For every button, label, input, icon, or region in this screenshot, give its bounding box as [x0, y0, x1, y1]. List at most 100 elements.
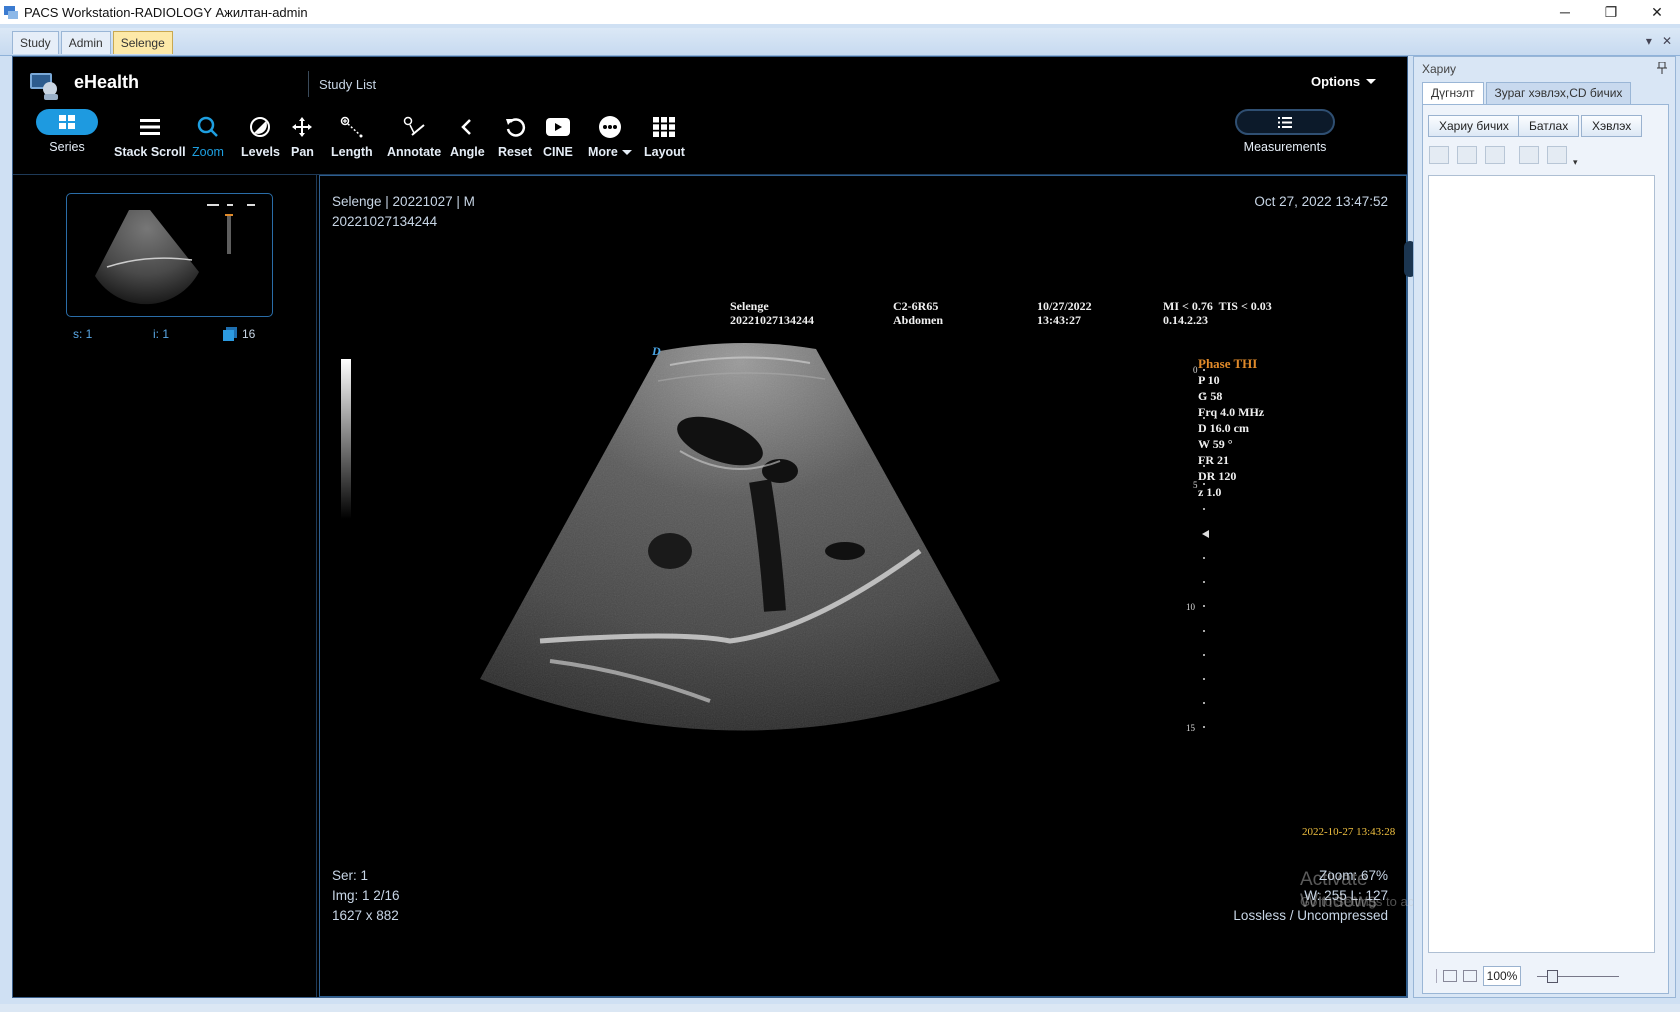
contrast-icon — [249, 113, 271, 141]
us-version: 0.14.2.23 — [1163, 313, 1208, 327]
dicom-viewer: eHealth Study List Options Series Stack … — [12, 56, 1505, 998]
move-arrows-icon — [291, 113, 313, 141]
report-editor[interactable] — [1428, 175, 1655, 953]
restore-button[interactable]: ❐ — [1588, 0, 1634, 24]
tool-label: Stack Scroll — [114, 145, 186, 159]
stack-icon — [223, 327, 237, 341]
tool-layout[interactable]: Layout — [644, 113, 685, 159]
fit-page-icon[interactable] — [1463, 970, 1477, 982]
ruler-icon — [340, 113, 364, 141]
list-icon — [1235, 109, 1335, 135]
overlay-image-info: Ser: 1 Img: 1 2/16 1627 x 882 — [332, 866, 400, 926]
menu-lines-icon — [139, 113, 160, 141]
tool-annotate[interactable]: Annotate — [387, 113, 441, 159]
series-thumbnail-panel: s: 1 i: 1 16 — [13, 175, 317, 997]
save-icon[interactable] — [1485, 146, 1505, 164]
overlay-dimensions: 1627 x 882 — [332, 908, 399, 923]
fit-width-icon[interactable] — [1443, 970, 1457, 982]
annotate-icon — [402, 113, 426, 141]
search-icon — [197, 113, 219, 141]
tool-label: Layout — [644, 145, 685, 159]
refresh-icon[interactable] — [1457, 146, 1477, 164]
us-probe-block: C2-6R65 Abdomen — [893, 299, 943, 327]
tool-label: Reset — [498, 145, 533, 159]
pin-icon[interactable] — [1657, 61, 1667, 77]
tool-length[interactable]: Length — [331, 113, 373, 159]
tab-study[interactable]: Study — [12, 31, 59, 54]
write-report-button[interactable]: Хариу бичих — [1428, 115, 1520, 137]
copy-icon[interactable] — [1519, 146, 1539, 164]
overflow-chevron-icon[interactable]: ▾ — [1573, 157, 1578, 168]
us-mi-tis: MI < 0.76 TIS < 0.03 — [1163, 299, 1272, 313]
tool-series[interactable]: Series — [36, 108, 98, 154]
tool-levels[interactable]: Levels — [241, 113, 280, 159]
tool-angle[interactable]: Angle — [450, 113, 485, 159]
brand-name: eHealth — [74, 72, 140, 92]
tab-dropdown-icon[interactable]: ▾ — [1646, 34, 1652, 48]
window-titlebar: PACS Workstation-RADIOLOGY Ажилтан-admin… — [0, 0, 1680, 24]
tool-stack-scroll[interactable]: Stack Scroll — [114, 113, 186, 159]
report-tabs: Дүгнэлт Зураг хэвлэх,CD бичих — [1422, 82, 1633, 104]
image-count-label: 16 — [242, 327, 256, 341]
depth-mark: 0 — [1193, 365, 1198, 375]
zoom-level-field[interactable]: 100% — [1483, 966, 1521, 986]
series-thumbnail[interactable] — [66, 193, 273, 317]
us-capture-timestamp: 2022-10-27 13:43:28 — [1302, 826, 1396, 838]
tool-label: Zoom — [192, 145, 224, 159]
tab-selenge[interactable]: Selenge — [112, 31, 173, 54]
tool-label: Length — [331, 145, 373, 159]
depth-scale-ticks — [1202, 369, 1209, 728]
divider — [1436, 969, 1437, 983]
printer-icon[interactable] — [1429, 146, 1449, 164]
tool-more-label-wrap: More — [588, 145, 632, 159]
report-content: Хариу бичих Батлах Хэвлэх ▾ 100% — [1422, 104, 1669, 994]
tree-icon[interactable] — [1547, 146, 1567, 164]
ehealth-logo-icon — [30, 73, 58, 100]
zoom-slider-knob[interactable] — [1547, 969, 1558, 983]
us-date-block: 10/27/2022 13:43:27 — [1037, 299, 1092, 327]
overlay-patient-line: Selenge | 20221027 | M — [332, 194, 475, 209]
image-viewport[interactable]: Selenge | 20221027 | M 20221027134244 Oc… — [319, 175, 1505, 997]
tool-reset[interactable]: Reset — [498, 113, 532, 159]
report-panel: Хариу Дүгнэлт Зураг хэвлэх,CD бичих Хари… — [1413, 56, 1676, 998]
options-menu[interactable]: Options — [1311, 74, 1377, 89]
chevron-down-icon — [621, 149, 632, 155]
thumbnail-instance-number: i: 1 — [153, 327, 170, 341]
grid-icon — [36, 109, 98, 135]
tool-measurements[interactable]: Measurements — [1235, 108, 1335, 154]
zoom-slider[interactable] — [1537, 969, 1619, 983]
app-icon — [4, 6, 18, 19]
reset-icon — [504, 113, 526, 141]
viewer-toolbar: eHealth Study List Options Series Stack … — [13, 57, 1407, 175]
print-button[interactable]: Хэвлэх — [1581, 115, 1643, 137]
close-button[interactable]: ✕ — [1634, 0, 1680, 24]
us-patient-id: 20221027134244 — [730, 313, 814, 327]
options-label: Options — [1311, 74, 1361, 89]
grayscale-bar — [341, 359, 351, 519]
tool-zoom[interactable]: Zoom — [192, 113, 224, 159]
us-patient-name: Selenge — [730, 299, 769, 313]
minimize-button[interactable]: ─ — [1542, 0, 1588, 24]
tool-pan[interactable]: Pan — [291, 113, 314, 159]
tool-label: CINE — [543, 145, 573, 159]
tab-close-icon[interactable]: ✕ — [1662, 34, 1672, 48]
thumbnail-image-count: 16 — [223, 327, 255, 341]
depth-mark: 15 — [1186, 723, 1195, 733]
us-date: 10/27/2022 — [1037, 299, 1092, 313]
window-controls: ─ ❐ ✕ — [1542, 0, 1680, 24]
tool-more[interactable]: More — [588, 113, 632, 159]
study-list-link[interactable]: Study List — [319, 77, 376, 92]
report-statusbar: 100% — [1428, 965, 1663, 987]
grid-3x3-icon — [653, 113, 676, 141]
tool-label: Series — [49, 140, 85, 154]
overlay-study-id: 20221027134244 — [332, 214, 438, 229]
tab-admin[interactable]: Admin — [60, 31, 111, 54]
ellipsis-icon — [598, 113, 622, 141]
tab-print-cd[interactable]: Зураг хэвлэх,CD бичих — [1485, 82, 1632, 104]
divider — [308, 71, 309, 97]
play-icon — [545, 113, 570, 141]
approve-button[interactable]: Батлах — [1518, 115, 1580, 137]
tool-cine[interactable]: CINE — [543, 113, 573, 159]
window-title: PACS Workstation-RADIOLOGY Ажилтан-admin — [24, 4, 308, 20]
tab-conclusion[interactable]: Дүгнэлт — [1422, 82, 1484, 104]
